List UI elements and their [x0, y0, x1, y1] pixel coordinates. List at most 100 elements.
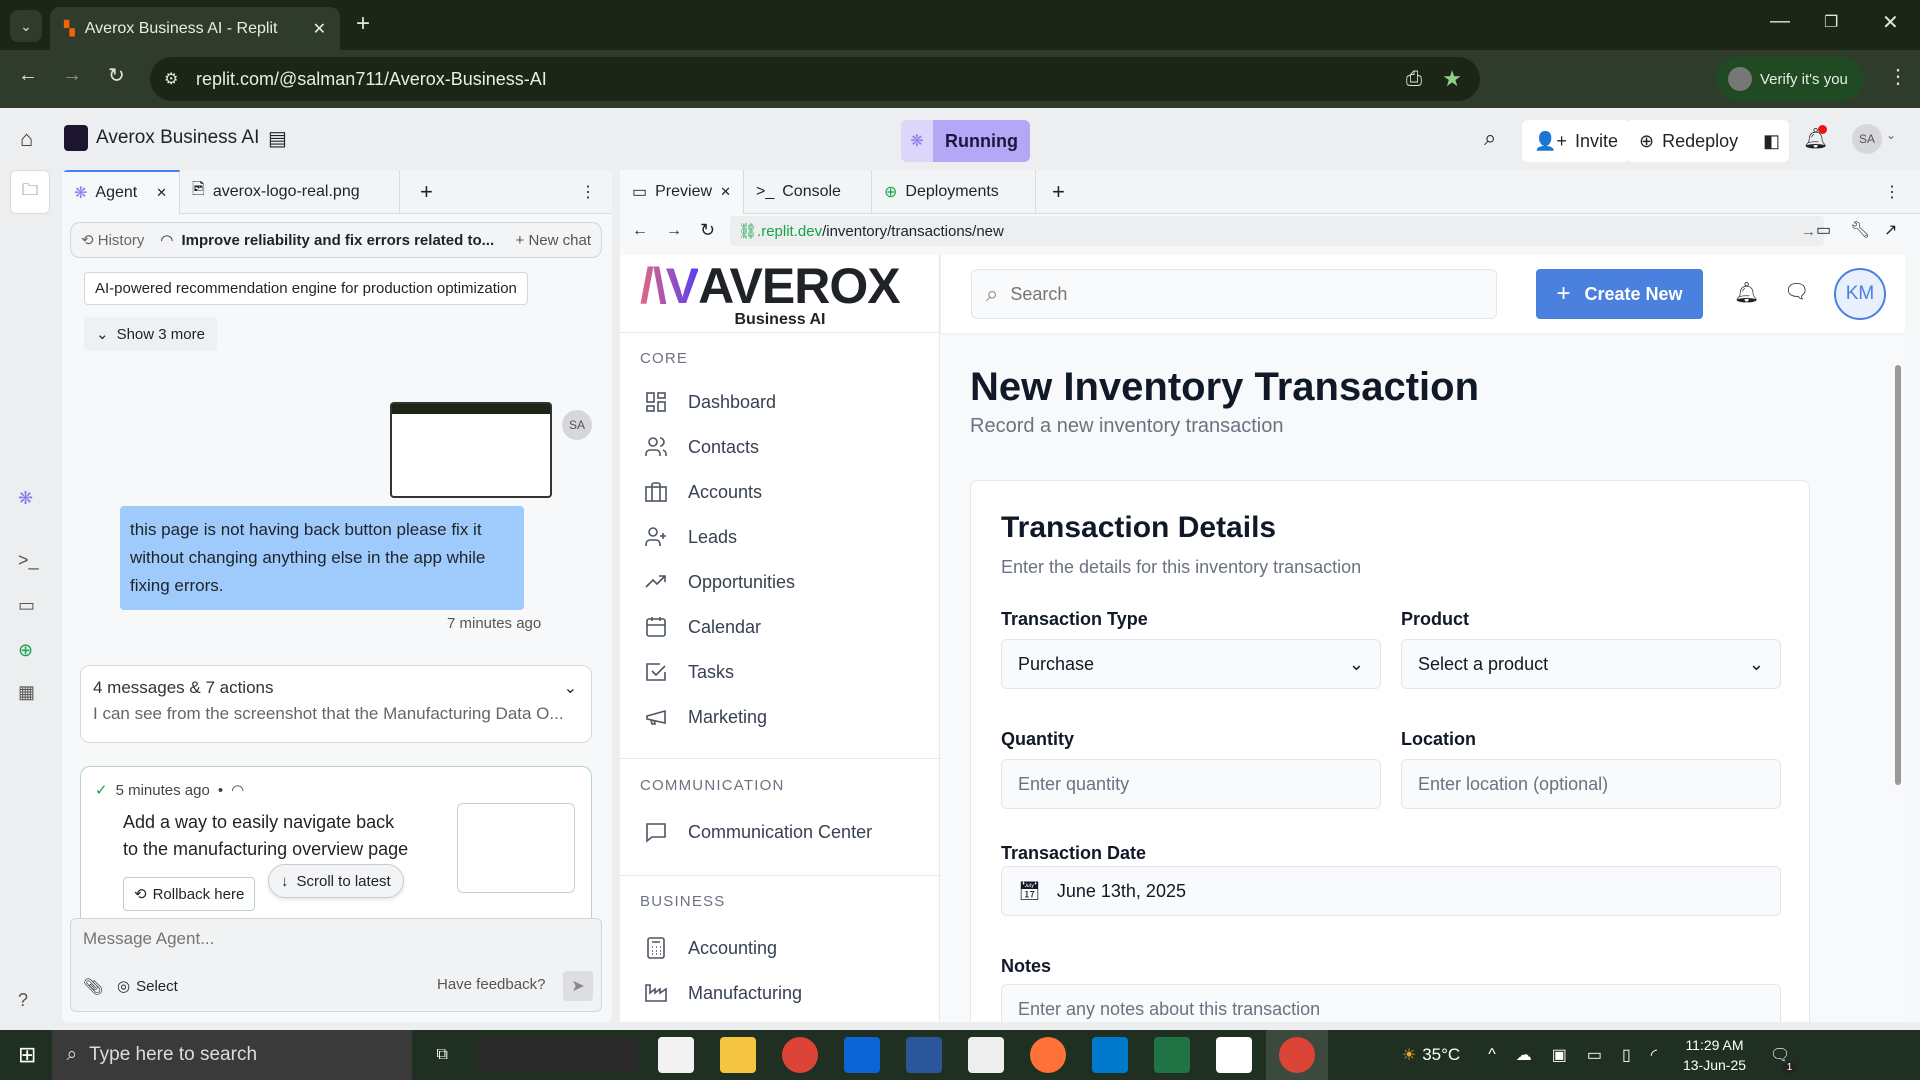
- transaction-date-picker[interactable]: 📅︎ June 13th, 2025: [1001, 866, 1781, 916]
- show-hidden-icons[interactable]: ^: [1488, 1046, 1496, 1064]
- battery-icon[interactable]: ▭: [1587, 1045, 1602, 1065]
- nav-contacts[interactable]: Contacts: [644, 435, 759, 459]
- quantity-input[interactable]: Enter quantity: [1001, 759, 1381, 809]
- new-chat-button[interactable]: + New chat: [516, 232, 591, 249]
- redeploy-button[interactable]: ⊕ Redeploy: [1627, 120, 1773, 162]
- checkpoint-screenshot[interactable]: [457, 803, 575, 893]
- database-icon[interactable]: ▤: [268, 126, 287, 151]
- onedrive-icon[interactable]: ☁: [1516, 1045, 1532, 1065]
- close-tab-icon[interactable]: ✕: [313, 19, 326, 39]
- active-chrome-window[interactable]: [1265, 1030, 1328, 1080]
- forward-icon[interactable]: →: [62, 64, 82, 87]
- home-icon[interactable]: ⌂: [20, 126, 33, 152]
- send-button[interactable]: ➤: [563, 971, 593, 1001]
- preview-forward-icon[interactable]: →: [666, 222, 682, 240]
- transaction-type-select[interactable]: Purchase ⌄: [1001, 639, 1381, 689]
- restore-button[interactable]: ❐: [1824, 12, 1838, 32]
- bell-icon[interactable]: 🔔︎: [1734, 280, 1759, 305]
- new-tab-button[interactable]: +: [1052, 179, 1065, 205]
- taskbar-search[interactable]: ⌕ Type here to search: [52, 1030, 413, 1080]
- location-input[interactable]: Enter location (optional): [1401, 759, 1781, 809]
- agent-icon[interactable]: ❋: [18, 488, 33, 509]
- thread-title[interactable]: Improve reliability and fix errors relat…: [182, 232, 508, 249]
- logo-area[interactable]: /\V AVEROX Business AI: [620, 255, 940, 333]
- message-input[interactable]: [83, 929, 583, 949]
- reload-icon[interactable]: ↻: [108, 63, 125, 88]
- usb-icon[interactable]: ▯: [1622, 1045, 1631, 1065]
- tab-search-button[interactable]: ⌄: [10, 10, 42, 42]
- devtools-icon[interactable]: 🔧︎: [1850, 220, 1870, 240]
- store-icon[interactable]: [657, 1037, 694, 1073]
- show-more-button[interactable]: ⌄ Show 3 more: [84, 317, 217, 351]
- nav-manufacturing[interactable]: Manufacturing: [644, 981, 802, 1005]
- weather-temp[interactable]: 35°C: [1422, 1045, 1460, 1065]
- search-box[interactable]: ⌕: [971, 269, 1497, 319]
- nav-accounts[interactable]: Accounts: [644, 480, 762, 504]
- vscode-icon[interactable]: [1091, 1037, 1128, 1073]
- invite-button[interactable]: 👤+ Invite: [1522, 120, 1630, 162]
- firefox-icon[interactable]: [1029, 1037, 1066, 1073]
- word-icon[interactable]: [905, 1037, 942, 1073]
- new-tab-button[interactable]: +: [420, 179, 433, 205]
- verify-profile-button[interactable]: Verify it's you: [1716, 57, 1864, 101]
- search-icon[interactable]: ⌕: [1484, 125, 1496, 151]
- device-button[interactable]: ◧: [1755, 120, 1789, 162]
- product-select[interactable]: Select a product ⌄: [1401, 639, 1781, 689]
- url-bar[interactable]: ⚙ replit.com/@salman711/Averox-Business-…: [150, 57, 1480, 101]
- new-tab-button[interactable]: +: [356, 10, 370, 38]
- files-icon[interactable]: 🗀: [10, 170, 50, 214]
- task-view-icon[interactable]: ⧉: [436, 1046, 447, 1064]
- browser-tab[interactable]: ▚ Averox Business AI - Replit ✕: [50, 7, 340, 50]
- tab-deployments[interactable]: ⊕ Deployments: [872, 169, 1036, 214]
- notification-center[interactable]: 🗨︎ 1: [1770, 1045, 1797, 1073]
- tray-app-icon[interactable]: ▣: [1552, 1045, 1567, 1065]
- nav-leads[interactable]: Leads: [644, 525, 737, 549]
- nav-communication-center[interactable]: Communication Center: [644, 820, 872, 844]
- preview-url-bar[interactable]: ⛓ .replit.dev/inventory/transactions/new…: [730, 216, 1824, 246]
- nav-marketing[interactable]: Marketing: [644, 705, 767, 729]
- more-icon[interactable]: ⋮: [1884, 182, 1900, 202]
- attach-icon[interactable]: 📎︎: [83, 977, 103, 997]
- file-explorer-icon[interactable]: [719, 1037, 756, 1073]
- nav-tasks[interactable]: Tasks: [644, 660, 734, 684]
- console-icon[interactable]: >_: [18, 550, 39, 571]
- project-name[interactable]: Averox Business AI: [64, 125, 259, 151]
- device-preview-icon[interactable]: ▭: [1816, 220, 1831, 240]
- create-new-button[interactable]: + Create New: [1536, 269, 1703, 319]
- running-status[interactable]: ❋ Running: [901, 120, 1030, 162]
- chevron-down-icon[interactable]: ⌄: [564, 678, 577, 698]
- nav-dashboard[interactable]: Dashboard: [644, 390, 776, 414]
- preview-reload-icon[interactable]: ↻: [700, 220, 715, 241]
- wifi-icon[interactable]: ◜: [1651, 1045, 1657, 1065]
- more-icon[interactable]: ⋮: [580, 182, 596, 202]
- help-icon[interactable]: ?: [18, 990, 28, 1011]
- snipping-tool-icon[interactable]: [967, 1037, 1004, 1073]
- chrome-icon[interactable]: [781, 1037, 818, 1073]
- user-avatar[interactable]: SA: [1852, 124, 1882, 154]
- deployments-icon[interactable]: ⊕: [18, 640, 33, 661]
- outlook-icon[interactable]: [843, 1037, 880, 1073]
- scroll-to-latest-button[interactable]: ↓ Scroll to latest: [268, 864, 404, 898]
- search-input[interactable]: [1010, 283, 1482, 305]
- clock[interactable]: 11:29 AM 13-Jun-25: [1683, 1035, 1746, 1075]
- browser-menu-icon[interactable]: ⋮: [1888, 64, 1908, 89]
- rollback-button[interactable]: ⟲ Rollback here: [123, 877, 256, 911]
- nav-calendar[interactable]: Calendar: [644, 615, 761, 639]
- bookmark-star-icon[interactable]: ★: [1442, 66, 1462, 92]
- back-icon[interactable]: ←: [18, 64, 38, 87]
- close-tab-icon[interactable]: ✕: [156, 185, 167, 201]
- all-tools-icon[interactable]: ▦: [18, 682, 35, 703]
- messages-icon[interactable]: 🗨︎: [1784, 279, 1809, 304]
- close-tab-icon[interactable]: ✕: [720, 184, 731, 200]
- open-new-tab-icon[interactable]: ↗: [1884, 220, 1897, 240]
- nav-opportunities[interactable]: Opportunities: [644, 570, 795, 594]
- history-button[interactable]: ⟲ History: [81, 231, 144, 249]
- close-window-button[interactable]: ✕: [1882, 10, 1899, 35]
- tab-logo-file[interactable]: 🖻 averox-logo-real.png: [180, 170, 400, 214]
- feedback-link[interactable]: Have feedback?: [437, 976, 545, 993]
- go-arrow-icon[interactable]: →: [1801, 223, 1816, 240]
- notes-textarea[interactable]: Enter any notes about this transaction: [1001, 984, 1781, 1022]
- tab-agent[interactable]: ❋ Agent ✕: [62, 170, 180, 214]
- suggestion-chip[interactable]: AI-powered recommendation engine for pro…: [84, 272, 528, 305]
- select-element-button[interactable]: ◎ Select: [117, 977, 178, 996]
